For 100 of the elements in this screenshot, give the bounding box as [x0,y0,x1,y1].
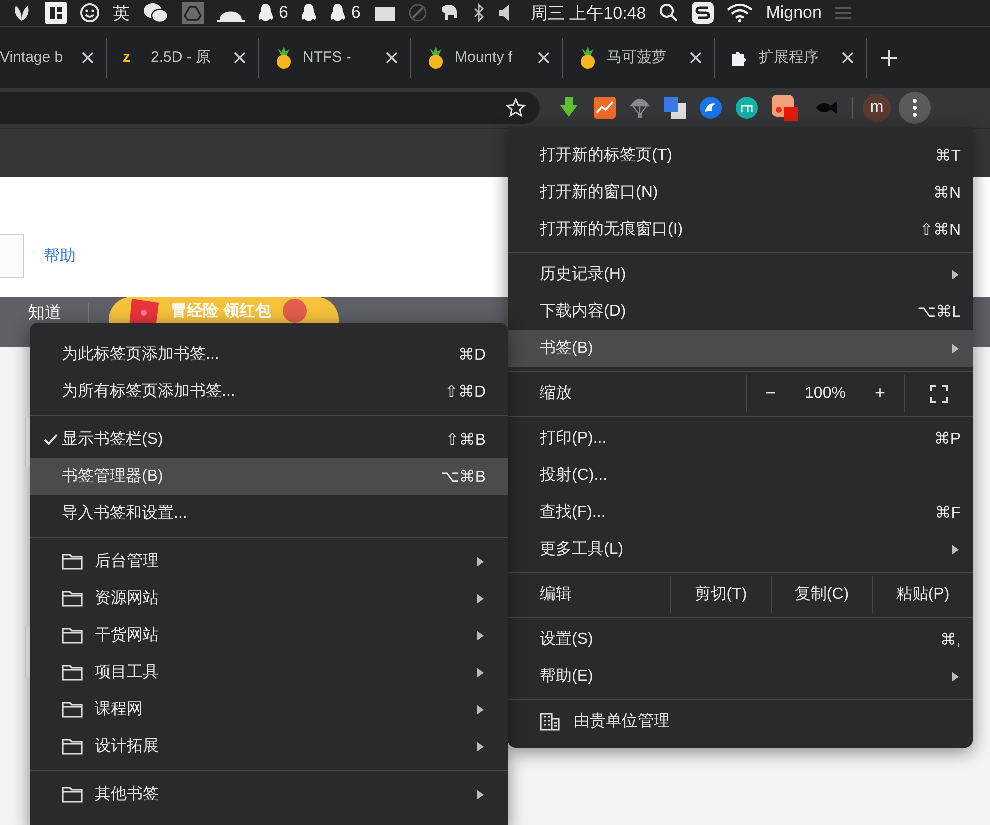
shortcut-text: ⌘P [934,430,961,448]
menu-item[interactable]: 打印(P)... ⌘P [508,420,973,457]
circle-m-icon[interactable] [736,97,758,119]
close-icon[interactable] [234,52,246,64]
menu-item[interactable]: 历史记录(H) [508,256,973,293]
menu-item[interactable]: 查找(F)... ⌘F [508,494,973,531]
menu-item[interactable]: 打开新的无痕窗口(I) ⇧⌘N [508,211,973,248]
close-icon[interactable] [82,52,94,64]
chart-icon[interactable] [594,97,616,119]
wifi-icon[interactable] [727,3,754,23]
shortcut-text: ⇧⌘N [920,220,961,240]
shortcut-text: ⌘D [458,346,486,364]
profile-avatar[interactable]: m [863,94,891,122]
zoom-level: 100% [805,384,846,402]
smiley-icon[interactable] [80,3,100,23]
menu-item-label: 后台管理 [95,552,160,572]
bookmark-folder[interactable]: 干货网站 [30,617,508,654]
menu-item-label: 课程网 [95,700,144,720]
bluetooth-icon[interactable] [472,3,485,23]
favicon-icon: z [123,49,141,66]
submenu-arrow-icon [477,704,484,714]
fullscreen-icon[interactable] [930,384,948,402]
shortcut-text: ⌘T [935,146,961,166]
menu-item[interactable]: 更多工具(L) [508,531,973,568]
bookmark-folder[interactable]: 资源网站 [30,580,508,617]
menu-item[interactable]: 帮助(E) [508,658,973,695]
browser-tab[interactable]: z 2.5D - 原 [107,38,259,78]
download-arrow-icon[interactable] [558,97,580,119]
menu-item[interactable]: 为所有标签页添加书签... ⇧⌘D [30,373,508,410]
close-icon[interactable] [538,52,550,64]
submenu-arrow-icon [477,556,484,566]
menu-item-label: 其他书签 [95,784,160,805]
input-field[interactable] [0,234,24,278]
menu-item-label: 下载内容(D) [540,302,628,322]
menu-item-label: 打印(P)... [540,428,608,449]
record-icon[interactable] [772,95,800,121]
wave-icon[interactable] [700,97,722,119]
menu-button[interactable] [899,92,931,124]
parachute-icon[interactable] [630,97,650,119]
close-icon[interactable] [690,52,702,64]
edit-action-button[interactable]: 复制(C) [771,576,872,613]
shortcut-text: ⌘, [940,630,961,650]
close-icon[interactable] [842,52,854,64]
menu-item[interactable]: 显示书签栏(S) ⇧⌘B [30,421,508,458]
menu-item-label: 打开新的标签页(T) [540,146,674,166]
zoom-in-button[interactable]: + [866,381,894,406]
menu-item[interactable]: 设置(S) ⌘, [508,621,973,658]
close-icon[interactable] [386,52,398,64]
menu-item[interactable]: 投射(C)... [508,457,973,494]
menu-item-label: 设置(S) [540,630,594,650]
user-name[interactable]: Mignon [766,3,822,23]
menu-item-label: 缩放 [540,384,573,404]
menu-item-label: 更多工具(L) [540,540,625,560]
help-link[interactable]: 帮助 [44,246,76,266]
clock-text[interactable]: 周三 上午10:48 [530,2,646,24]
menu-item-label: 帮助(E) [540,666,594,687]
bookmark-folder[interactable]: 课程网 [30,691,508,728]
slash-icon[interactable] [408,4,427,22]
penguin-icon[interactable] [330,3,346,23]
new-tab-icon[interactable] [881,50,897,66]
edit-action-button[interactable]: 剪切(T) [670,576,771,613]
bookmark-folder[interactable]: 项目工具 [30,654,508,691]
edit-action-button[interactable]: 粘贴(P) [872,576,973,613]
menu-item-label: 查找(F)... [540,502,607,523]
penguin-icon[interactable] [301,3,318,23]
pineapple-icon [579,46,597,68]
bookmark-folder[interactable]: 其他书签 [30,776,508,813]
menu-icon[interactable] [913,99,917,117]
menu-item[interactable]: 书签管理器(B) ⌥⌘B [30,458,508,495]
menu-item-label: 投射(C)... [540,466,609,486]
menu-item-label: 打开新的窗口(N) [540,182,660,203]
menu-item-label: 打开新的无痕窗口(I) [540,220,684,240]
menu-item[interactable]: 书签(B) [508,330,973,367]
menu-item-label: 历史记录(H) [540,264,628,285]
s-logo-icon[interactable] [692,2,714,24]
penguin-icon[interactable] [258,3,274,23]
menu-item[interactable]: 由贵单位管理 [508,703,973,740]
menu-item-label: 导入书签和设置... [62,504,188,524]
browser-tab[interactable]: Mounty f [411,38,563,78]
browser-tab[interactable]: Vintage b [0,38,107,78]
app-icon[interactable] [45,2,67,24]
nav-link[interactable]: 知道 [28,301,88,324]
pineapple-icon [427,46,445,68]
search-icon[interactable] [659,3,680,23]
menu-item[interactable]: 打开新的窗口(N) ⌘N [508,174,973,211]
browser-tab[interactable]: 马可菠萝 [563,38,715,78]
menu-item[interactable]: 下载内容(D) ⌥⌘L [508,293,973,330]
input-method-indicator[interactable]: 英 [113,2,130,24]
bookmark-folder[interactable]: 设计拓展 [30,728,508,765]
menu-item[interactable]: 导入书签和设置... [30,495,508,532]
chat-icon[interactable] [143,2,169,24]
translate-icon[interactable] [664,97,686,119]
browser-tab[interactable]: 扩展程序 [715,38,867,78]
zoom-out-button[interactable]: − [758,381,784,406]
shortcut-text: ⇧⌘D [445,382,486,402]
shortcut-text: ⇧⌘B [446,430,486,450]
menu-item-label: 资源网站 [95,588,160,609]
star-icon[interactable] [506,98,526,118]
bookmark-folder[interactable]: 后台管理 [30,543,508,580]
browser-tab[interactable]: NTFS - [259,38,411,78]
